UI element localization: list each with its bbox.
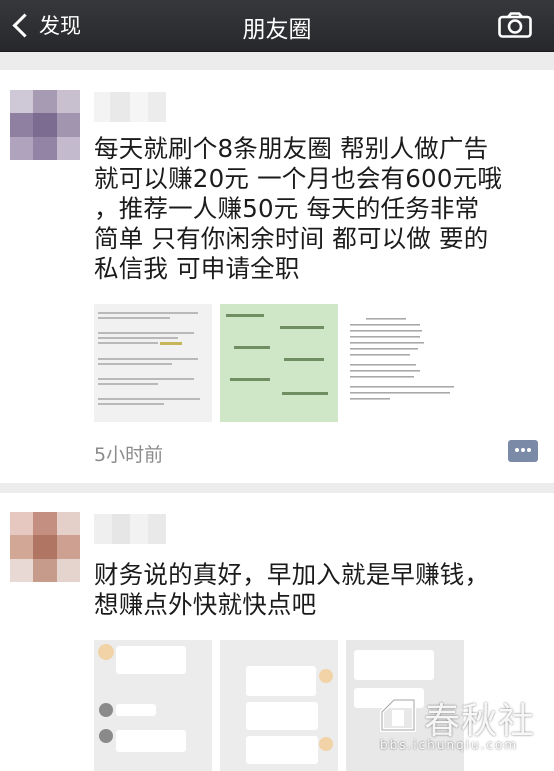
feed-top-gap (0, 52, 554, 70)
post-text-line: 想赚点外快就快点吧 (94, 590, 317, 619)
post-text-line: 私信我 可申请全职 (94, 254, 300, 283)
post-text-line: 每天就刷个8条朋友圈 帮别人做广告 (94, 134, 489, 163)
watermark-logo-icon (380, 698, 416, 732)
post-text-line: ，推荐一人赚50元 每天的任务非常 (94, 194, 480, 223)
post-text: 财务说的真好，早加入就是早赚钱， 想赚点外快就快点吧 (94, 560, 524, 620)
watermark: 春秋社 bbs.ichunqiu.com (376, 690, 536, 760)
post-text-line: 简单 只有你闲余时间 都可以做 要的 (94, 224, 489, 253)
post-time: 5小时前 (94, 444, 164, 466)
post-image[interactable] (94, 304, 212, 422)
comment-button[interactable] (508, 440, 538, 462)
username-blurred[interactable] (94, 514, 166, 544)
avatar[interactable] (10, 90, 80, 160)
watermark-url: bbs.ichunqiu.com (380, 738, 519, 752)
camera-icon[interactable] (498, 12, 532, 38)
nav-bar: 发现 朋友圈 (0, 0, 554, 52)
avatar[interactable] (10, 512, 80, 582)
username-blurred[interactable] (94, 92, 166, 122)
post-image[interactable] (220, 304, 338, 422)
post-text: 每天就刷个8条朋友圈 帮别人做广告 就可以赚20元 一个月也会有600元哦 ，推… (94, 134, 524, 284)
page-title: 朋友圈 (242, 17, 312, 43)
post-image[interactable] (346, 304, 464, 422)
post-image[interactable] (94, 640, 212, 771)
post-text-line: 就可以赚20元 一个月也会有600元哦 (94, 164, 503, 193)
watermark-brand: 春秋社 (424, 701, 536, 742)
post-image[interactable] (220, 640, 338, 771)
post-text-line: 财务说的真好，早加入就是早赚钱， (94, 560, 490, 589)
post-divider (0, 483, 554, 493)
